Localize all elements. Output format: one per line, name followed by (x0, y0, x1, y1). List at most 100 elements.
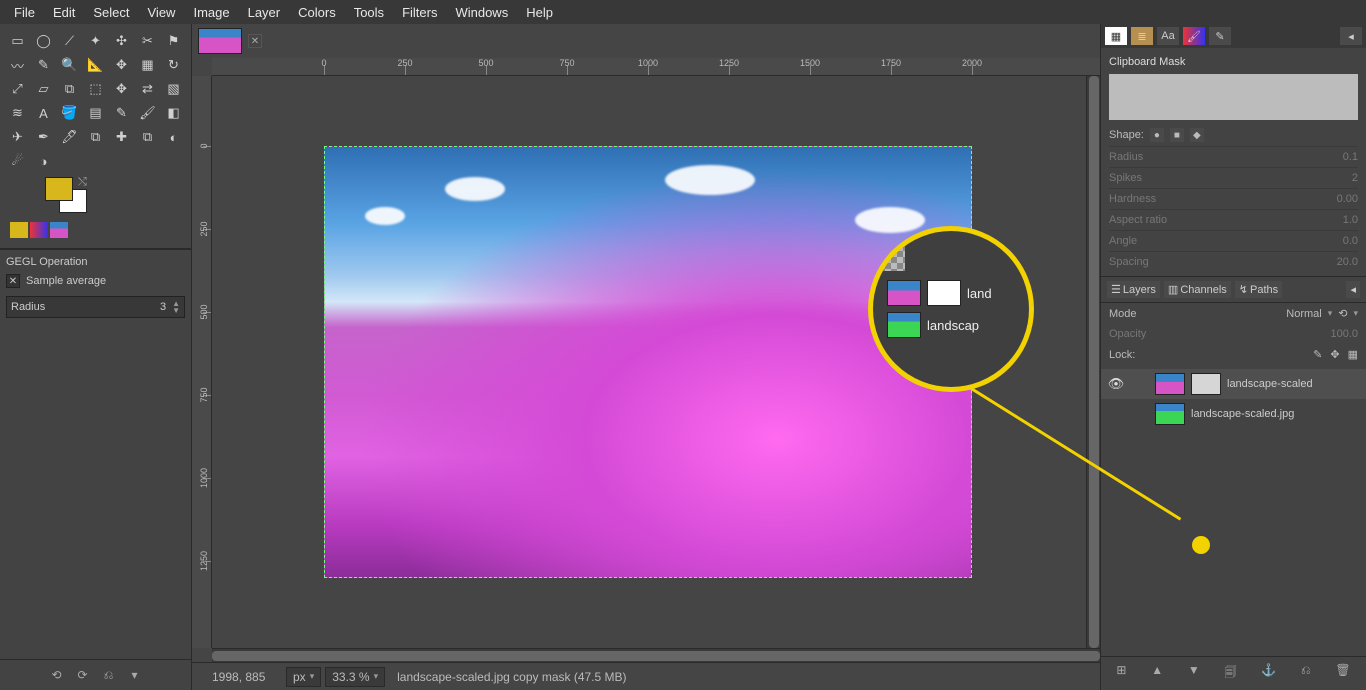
swap-colors-icon[interactable]: ⤭ (78, 176, 87, 189)
tool-zoom[interactable]: 🔍 (58, 54, 82, 76)
tool-ellipse-select[interactable]: ◯ (32, 30, 56, 52)
save-preset-button[interactable]: ⟲ (47, 666, 67, 684)
menu-colors[interactable]: Colors (290, 2, 344, 23)
merge-layer-button[interactable]: ⎌ (1301, 663, 1311, 684)
duplicate-layer-button[interactable]: 🗐 (1225, 663, 1237, 684)
menu-help[interactable]: Help (518, 2, 561, 23)
tool-clone[interactable]: ⧉ (84, 126, 108, 148)
tool-measure[interactable]: 📐 (84, 54, 108, 76)
tool-ink[interactable]: ✒ (32, 126, 56, 148)
layer-thumb[interactable] (1155, 403, 1185, 425)
shape-square[interactable]: ■ (1170, 128, 1184, 142)
dock-tab-patterns[interactable]: ≣ (1131, 27, 1153, 45)
tool-rotate[interactable]: ↻ (162, 54, 186, 76)
lock-pixels-icon[interactable]: ✎ (1313, 348, 1322, 361)
tool-perspective-clone[interactable]: ⧉ (136, 126, 160, 148)
tool-color-select[interactable]: ✣ (110, 30, 134, 52)
tool-gradient[interactable]: ▤ (84, 102, 108, 124)
mode-reset-icon[interactable]: ⟲ (1338, 307, 1347, 320)
tool-paths[interactable]: 〰 (6, 54, 30, 76)
layer-down-button[interactable]: ▼ (1188, 663, 1200, 684)
restore-preset-button[interactable]: ⟳ (73, 666, 93, 684)
unit-selector[interactable]: px▾ (286, 667, 321, 687)
tool-heal[interactable]: ✚ (110, 126, 134, 148)
shape-diamond[interactable]: ◆ (1190, 128, 1204, 142)
tool-free-select[interactable]: ⟋ (58, 30, 82, 52)
vertical-ruler[interactable]: 025050075010001250 (192, 76, 212, 648)
tool-airbrush[interactable]: ✈ (6, 126, 30, 148)
mode-value[interactable]: Normal (1286, 308, 1321, 320)
tool-foreground-select[interactable]: ⚑ (162, 30, 186, 52)
menu-select[interactable]: Select (85, 2, 137, 23)
radius-spinner[interactable]: ▲▼ (172, 300, 180, 314)
brush-prop-aspect-ratio[interactable]: Aspect ratio1.0 (1109, 209, 1358, 230)
menu-image[interactable]: Image (185, 2, 237, 23)
tool-paintbrush[interactable]: 🖌 (136, 102, 160, 124)
tool-warp[interactable]: ≋ (6, 102, 30, 124)
brush-prop-spacing[interactable]: Spacing20.0 (1109, 251, 1358, 272)
menu-filters[interactable]: Filters (394, 2, 445, 23)
reset-button[interactable]: ▾ (125, 666, 145, 684)
tool-blur-sharpen[interactable]: ◐ (162, 126, 186, 148)
tool-pencil[interactable]: ✎ (110, 102, 134, 124)
layer-thumb[interactable] (1155, 373, 1185, 395)
tool-fuzzy-select[interactable]: ✦ (84, 30, 108, 52)
delete-preset-button[interactable]: ⎌ (99, 666, 119, 684)
menu-view[interactable]: View (140, 2, 184, 23)
dock-tab-brushes[interactable]: ▦ (1105, 27, 1127, 45)
image-tab[interactable] (198, 28, 242, 54)
tab-paths[interactable]: ↯Paths (1235, 281, 1282, 298)
delete-layer-button[interactable]: 🗑 (1335, 663, 1350, 684)
tool-eraser[interactable]: ◧ (162, 102, 186, 124)
brush-prop-spikes[interactable]: Spikes2 (1109, 167, 1358, 188)
tab-layers[interactable]: ☰Layers (1107, 281, 1160, 298)
anchor-layer-button[interactable]: ⚓ (1261, 663, 1276, 684)
chevron-down-icon[interactable]: ▾ (1328, 308, 1333, 319)
zoom-selector[interactable]: 33.3 %▾ (325, 667, 385, 687)
menu-windows[interactable]: Windows (447, 2, 516, 23)
color-swatches[interactable]: ⤭ (46, 178, 94, 218)
lock-position-icon[interactable]: ✥ (1330, 348, 1339, 361)
tool-text[interactable]: A (32, 102, 56, 124)
lock-alpha-icon[interactable]: ▦ (1348, 348, 1358, 361)
dock-tab-fonts[interactable]: Aa (1157, 27, 1179, 45)
tool-scissors[interactable]: ✂ (136, 30, 160, 52)
active-gradient-thumb[interactable] (50, 222, 68, 238)
layer-row[interactable]: landscape-scaled.jpg (1101, 399, 1366, 429)
layer-row[interactable]: 👁landscape-scaled (1101, 369, 1366, 399)
brush-prop-radius[interactable]: Radius0.1 (1109, 146, 1358, 167)
tool-align[interactable]: ▦ (136, 54, 160, 76)
dock-config-icon[interactable]: ◂ (1340, 27, 1362, 45)
sample-average-checkbox[interactable]: ✕ (6, 274, 20, 288)
tool-shear[interactable]: ▱ (32, 78, 56, 100)
active-pattern-thumb[interactable] (30, 222, 48, 238)
tool-flip[interactable]: ⇄ (136, 78, 160, 100)
vertical-scrollbar[interactable] (1086, 76, 1100, 648)
tool-unified-transform[interactable]: ⬚ (84, 78, 108, 100)
tool-smudge[interactable]: ☄ (6, 150, 30, 172)
menu-layer[interactable]: Layer (240, 2, 289, 23)
shape-circle[interactable]: ● (1150, 128, 1164, 142)
new-layer-button[interactable]: ⊞ (1116, 663, 1126, 684)
tool-bucket-fill[interactable]: 🪣 (58, 102, 82, 124)
horizontal-ruler[interactable]: 025050075010001250150017502000 (212, 58, 1100, 76)
menu-file[interactable]: File (6, 2, 43, 23)
tool-mypaint[interactable]: 🖊 (58, 126, 82, 148)
tool-move[interactable]: ✥ (110, 54, 134, 76)
radius-slider[interactable]: Radius 3 ▲▼ (6, 296, 185, 318)
tool-rect-select[interactable]: ▭ (6, 30, 30, 52)
brush-prop-hardness[interactable]: Hardness0.00 (1109, 188, 1358, 209)
layer-mask-thumb[interactable] (1191, 373, 1221, 395)
opacity-value[interactable]: 100.0 (1330, 328, 1358, 340)
tool-perspective[interactable]: ⧉ (58, 78, 82, 100)
menu-edit[interactable]: Edit (45, 2, 83, 23)
tool-color-picker[interactable]: ✎ (32, 54, 56, 76)
tab-channels[interactable]: ▥Channels (1164, 281, 1231, 298)
dock-tab-tool-presets[interactable]: ✎ (1209, 27, 1231, 45)
dock-tab-gradients[interactable]: 🖌 (1183, 27, 1205, 45)
tool-scale[interactable]: ⤢ (6, 78, 30, 100)
brush-prop-angle[interactable]: Angle0.0 (1109, 230, 1358, 251)
close-tab-button[interactable]: ✕ (248, 34, 262, 48)
layer-name[interactable]: landscape-scaled.jpg (1191, 408, 1294, 420)
layer-up-button[interactable]: ▲ (1151, 663, 1163, 684)
